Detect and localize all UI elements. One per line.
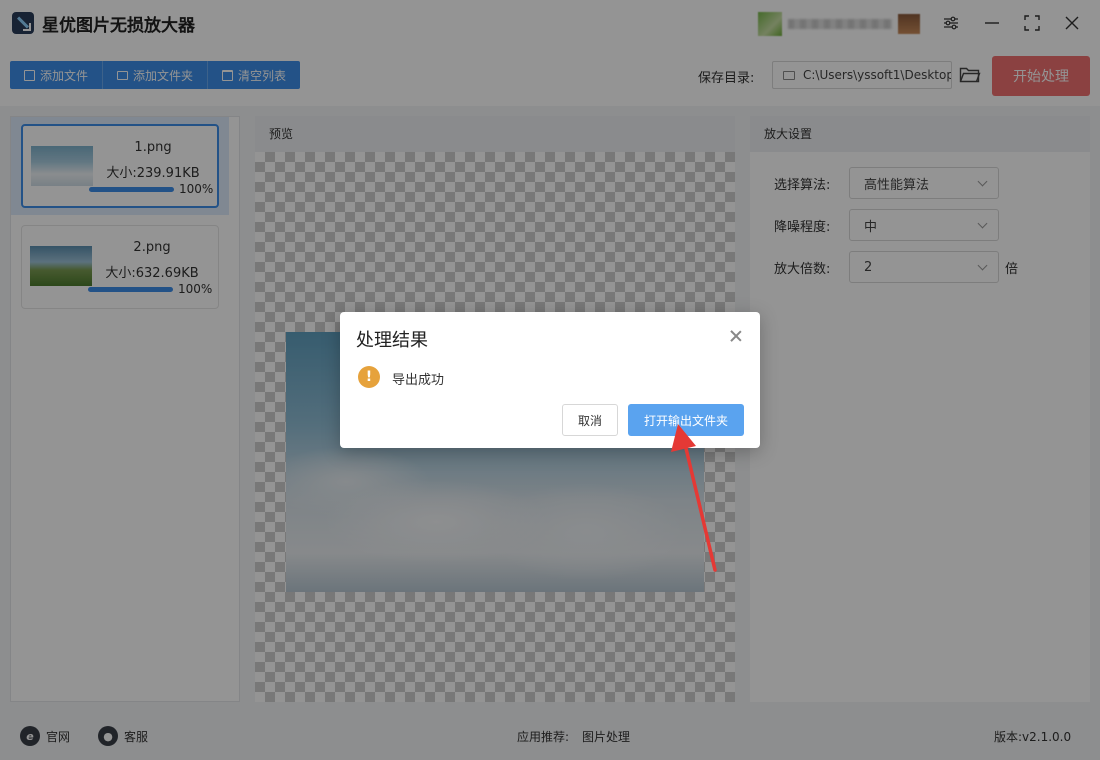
dialog-close-icon[interactable] bbox=[726, 326, 746, 346]
dialog-title: 处理结果 bbox=[356, 330, 428, 351]
open-output-folder-button[interactable]: 打开输出文件夹 bbox=[628, 404, 744, 436]
dialog-cancel-button[interactable]: 取消 bbox=[562, 404, 618, 436]
exclamation-icon: ! bbox=[358, 366, 380, 388]
dialog-message: 导出成功 bbox=[392, 373, 445, 388]
result-dialog: 处理结果 ! 导出成功 取消 打开输出文件夹 bbox=[340, 312, 760, 448]
